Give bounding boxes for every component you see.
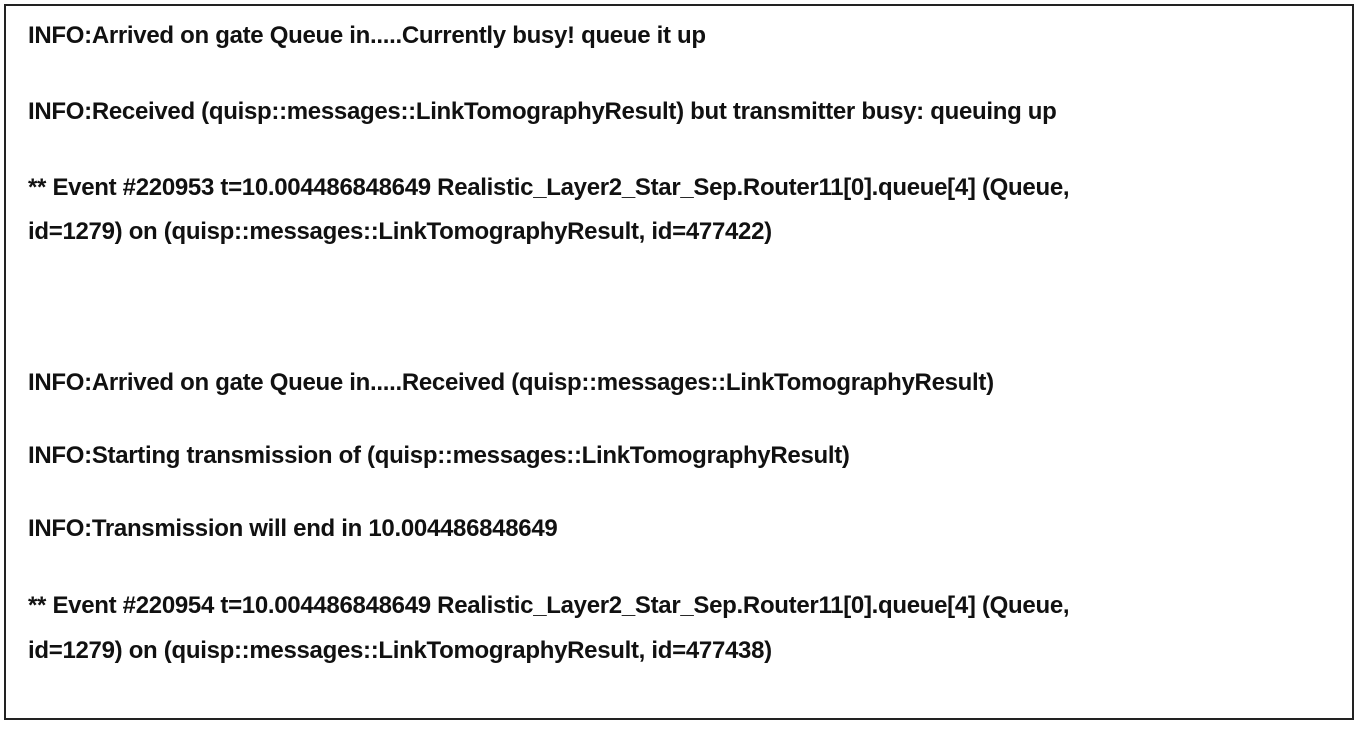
log-line-info-arrived-busy: INFO:Arrived on gate Queue in.....Curren… — [28, 22, 706, 49]
log-line-event-220954: ** Event #220954 t=10.004486848649 Reali… — [28, 592, 1070, 619]
log-line-event-220953: ** Event #220953 t=10.004486848649 Reali… — [28, 174, 1070, 201]
log-line-event-220954-continued: id=1279) on (quisp::messages::LinkTomogr… — [28, 637, 772, 664]
log-line-info-starting-transmission: INFO:Starting transmission of (quisp::me… — [28, 442, 850, 469]
log-line-info-transmission-end: INFO:Transmission will end in 10.0044868… — [28, 515, 558, 542]
log-output-panel: INFO:Arrived on gate Queue in.....Curren… — [4, 4, 1354, 720]
log-line-info-arrived-received: INFO:Arrived on gate Queue in.....Receiv… — [28, 369, 994, 396]
log-line-info-received-queuing: INFO:Received (quisp::messages::LinkTomo… — [28, 98, 1057, 125]
log-line-event-220953-continued: id=1279) on (quisp::messages::LinkTomogr… — [28, 218, 772, 245]
